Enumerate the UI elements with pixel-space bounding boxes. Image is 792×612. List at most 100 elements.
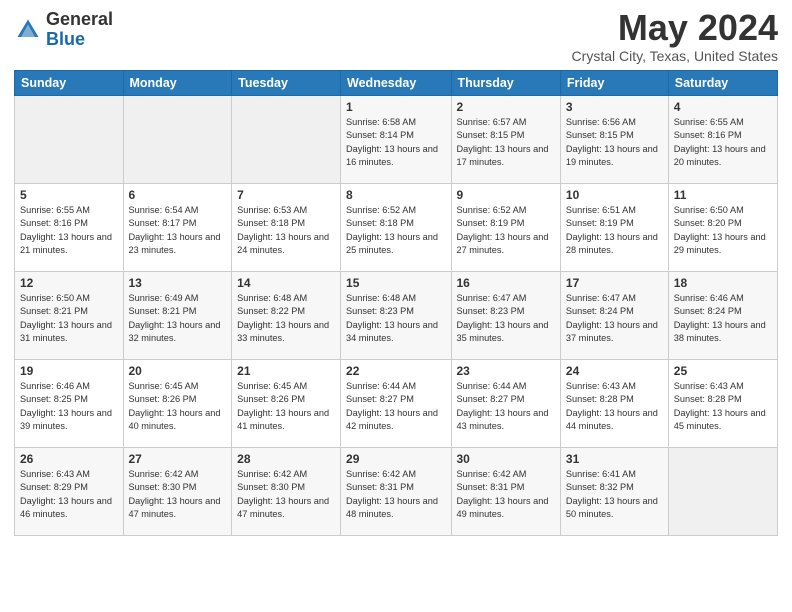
calendar-cell: 25 Sunrise: 6:43 AM Sunset: 8:28 PM Dayli… bbox=[668, 360, 777, 448]
calendar-cell: 17Sunrise: 6:47 AM Sunset: 8:24 PM Dayli… bbox=[560, 272, 668, 360]
calendar-cell: 4Sunrise: 6:55 AM Sunset: 8:16 PM Daylig… bbox=[668, 96, 777, 184]
calendar-cell: 27 Sunrise: 6:42 AM Sunset: 8:30 PM Dayli… bbox=[123, 448, 232, 536]
calendar-cell: 1Sunrise: 6:58 AM Sunset: 8:14 PM Daylig… bbox=[341, 96, 451, 184]
day-number: 28 bbox=[237, 452, 335, 466]
calendar-cell: 5 Sunrise: 6:55 AM Sunset: 8:16 PM Daylig… bbox=[15, 184, 124, 272]
day-number: 26 bbox=[20, 452, 118, 466]
day-info: Sunrise: 6:47 AM Sunset: 8:23 PM Dayligh… bbox=[457, 292, 555, 345]
day-info: Sunrise: 6:51 AM Sunset: 8:19 PM Dayligh… bbox=[566, 204, 663, 257]
day-number: 27 bbox=[129, 452, 227, 466]
calendar-cell: 13 Sunrise: 6:49 AM Sunset: 8:21 PM Dayli… bbox=[123, 272, 232, 360]
day-info: Sunrise: 6:45 AM Sunset: 8:26 PM Dayligh… bbox=[237, 380, 335, 433]
day-number: 15 bbox=[346, 276, 445, 290]
day-info: Sunrise: 6:48 AM Sunset: 8:22 PM Dayligh… bbox=[237, 292, 335, 345]
day-number: 13 bbox=[129, 276, 227, 290]
calendar-cell: 23 Sunrise: 6:44 AM Sunset: 8:27 PM Dayli… bbox=[451, 360, 560, 448]
calendar-cell: 3 Sunrise: 6:56 AM Sunset: 8:15 PM Daylig… bbox=[560, 96, 668, 184]
day-number: 3 bbox=[566, 100, 663, 114]
header-right: May 2024 Crystal City, Texas, United Sta… bbox=[572, 10, 778, 64]
day-info: Sunrise: 6:42 AM Sunset: 8:31 PM Dayligh… bbox=[457, 468, 555, 521]
day-info: Sunrise: 6:57 AM Sunset: 8:15 PM Dayligh… bbox=[457, 116, 555, 169]
calendar-cell: 16 Sunrise: 6:47 AM Sunset: 8:23 PM Dayli… bbox=[451, 272, 560, 360]
calendar-header-row: SundayMondayTuesdayWednesdayThursdayFrid… bbox=[15, 71, 778, 96]
calendar-cell: 24Sunrise: 6:43 AM Sunset: 8:28 PM Dayli… bbox=[560, 360, 668, 448]
day-info: Sunrise: 6:54 AM Sunset: 8:17 PM Dayligh… bbox=[129, 204, 227, 257]
day-number: 4 bbox=[674, 100, 772, 114]
calendar-header-sunday: Sunday bbox=[15, 71, 124, 96]
calendar-cell: 9Sunrise: 6:52 AM Sunset: 8:19 PM Daylig… bbox=[451, 184, 560, 272]
calendar-cell: 11 Sunrise: 6:50 AM Sunset: 8:20 PM Dayli… bbox=[668, 184, 777, 272]
day-number: 23 bbox=[457, 364, 555, 378]
logo-general-text: General bbox=[46, 10, 113, 30]
day-number: 2 bbox=[457, 100, 555, 114]
day-number: 6 bbox=[129, 188, 227, 202]
calendar-cell: 31 Sunrise: 6:41 AM Sunset: 8:32 PM Dayli… bbox=[560, 448, 668, 536]
day-info: Sunrise: 6:41 AM Sunset: 8:32 PM Dayligh… bbox=[566, 468, 663, 521]
day-info: Sunrise: 6:42 AM Sunset: 8:31 PM Dayligh… bbox=[346, 468, 445, 521]
calendar-cell: 15 Sunrise: 6:48 AM Sunset: 8:23 PM Dayli… bbox=[341, 272, 451, 360]
day-number: 30 bbox=[457, 452, 555, 466]
day-info: Sunrise: 6:45 AM Sunset: 8:26 PM Dayligh… bbox=[129, 380, 227, 433]
calendar-cell: 7Sunrise: 6:53 AM Sunset: 8:18 PM Daylig… bbox=[232, 184, 341, 272]
calendar-week-1: 1Sunrise: 6:58 AM Sunset: 8:14 PM Daylig… bbox=[15, 96, 778, 184]
day-number: 11 bbox=[674, 188, 772, 202]
calendar-cell: 2 Sunrise: 6:57 AM Sunset: 8:15 PM Daylig… bbox=[451, 96, 560, 184]
calendar-week-2: 5 Sunrise: 6:55 AM Sunset: 8:16 PM Daylig… bbox=[15, 184, 778, 272]
day-info: Sunrise: 6:52 AM Sunset: 8:18 PM Dayligh… bbox=[346, 204, 445, 257]
calendar-header-saturday: Saturday bbox=[668, 71, 777, 96]
calendar-cell: 14 Sunrise: 6:48 AM Sunset: 8:22 PM Dayli… bbox=[232, 272, 341, 360]
day-info: Sunrise: 6:48 AM Sunset: 8:23 PM Dayligh… bbox=[346, 292, 445, 345]
calendar-header-thursday: Thursday bbox=[451, 71, 560, 96]
day-info: Sunrise: 6:44 AM Sunset: 8:27 PM Dayligh… bbox=[457, 380, 555, 433]
logo-text: General Blue bbox=[46, 10, 113, 50]
calendar-cell: 6 Sunrise: 6:54 AM Sunset: 8:17 PM Daylig… bbox=[123, 184, 232, 272]
calendar-cell: 26 Sunrise: 6:43 AM Sunset: 8:29 PM Dayli… bbox=[15, 448, 124, 536]
day-number: 31 bbox=[566, 452, 663, 466]
day-number: 14 bbox=[237, 276, 335, 290]
day-number: 16 bbox=[457, 276, 555, 290]
logo: General Blue bbox=[14, 10, 113, 50]
day-info: Sunrise: 6:50 AM Sunset: 8:21 PM Dayligh… bbox=[20, 292, 118, 345]
calendar-cell: 19 Sunrise: 6:46 AM Sunset: 8:25 PM Dayli… bbox=[15, 360, 124, 448]
day-number: 18 bbox=[674, 276, 772, 290]
calendar-week-3: 12Sunrise: 6:50 AM Sunset: 8:21 PM Dayli… bbox=[15, 272, 778, 360]
day-number: 25 bbox=[674, 364, 772, 378]
day-number: 1 bbox=[346, 100, 445, 114]
day-info: Sunrise: 6:49 AM Sunset: 8:21 PM Dayligh… bbox=[129, 292, 227, 345]
calendar-cell bbox=[668, 448, 777, 536]
day-number: 19 bbox=[20, 364, 118, 378]
day-number: 20 bbox=[129, 364, 227, 378]
day-number: 7 bbox=[237, 188, 335, 202]
day-info: Sunrise: 6:55 AM Sunset: 8:16 PM Dayligh… bbox=[20, 204, 118, 257]
day-number: 5 bbox=[20, 188, 118, 202]
calendar-cell: 29Sunrise: 6:42 AM Sunset: 8:31 PM Dayli… bbox=[341, 448, 451, 536]
day-number: 21 bbox=[237, 364, 335, 378]
calendar-cell: 30 Sunrise: 6:42 AM Sunset: 8:31 PM Dayli… bbox=[451, 448, 560, 536]
day-info: Sunrise: 6:42 AM Sunset: 8:30 PM Dayligh… bbox=[129, 468, 227, 521]
day-number: 9 bbox=[457, 188, 555, 202]
day-info: Sunrise: 6:44 AM Sunset: 8:27 PM Dayligh… bbox=[346, 380, 445, 433]
day-info: Sunrise: 6:43 AM Sunset: 8:29 PM Dayligh… bbox=[20, 468, 118, 521]
month-title: May 2024 bbox=[572, 10, 778, 46]
day-info: Sunrise: 6:46 AM Sunset: 8:25 PM Dayligh… bbox=[20, 380, 118, 433]
calendar-cell bbox=[15, 96, 124, 184]
day-info: Sunrise: 6:43 AM Sunset: 8:28 PM Dayligh… bbox=[674, 380, 772, 433]
calendar-cell: 18Sunrise: 6:46 AM Sunset: 8:24 PM Dayli… bbox=[668, 272, 777, 360]
logo-icon bbox=[14, 16, 42, 44]
calendar-header-friday: Friday bbox=[560, 71, 668, 96]
calendar-week-4: 19 Sunrise: 6:46 AM Sunset: 8:25 PM Dayli… bbox=[15, 360, 778, 448]
calendar-week-5: 26 Sunrise: 6:43 AM Sunset: 8:29 PM Dayli… bbox=[15, 448, 778, 536]
calendar-cell: 10 Sunrise: 6:51 AM Sunset: 8:19 PM Dayli… bbox=[560, 184, 668, 272]
calendar-header-wednesday: Wednesday bbox=[341, 71, 451, 96]
day-info: Sunrise: 6:42 AM Sunset: 8:30 PM Dayligh… bbox=[237, 468, 335, 521]
day-number: 10 bbox=[566, 188, 663, 202]
day-number: 24 bbox=[566, 364, 663, 378]
calendar-cell bbox=[232, 96, 341, 184]
logo-blue-text: Blue bbox=[46, 30, 113, 50]
day-info: Sunrise: 6:56 AM Sunset: 8:15 PM Dayligh… bbox=[566, 116, 663, 169]
day-info: Sunrise: 6:47 AM Sunset: 8:24 PM Dayligh… bbox=[566, 292, 663, 345]
calendar-table: SundayMondayTuesdayWednesdayThursdayFrid… bbox=[14, 70, 778, 536]
calendar-cell: 8Sunrise: 6:52 AM Sunset: 8:18 PM Daylig… bbox=[341, 184, 451, 272]
day-info: Sunrise: 6:50 AM Sunset: 8:20 PM Dayligh… bbox=[674, 204, 772, 257]
page: General Blue May 2024 Crystal City, Texa… bbox=[0, 0, 792, 612]
